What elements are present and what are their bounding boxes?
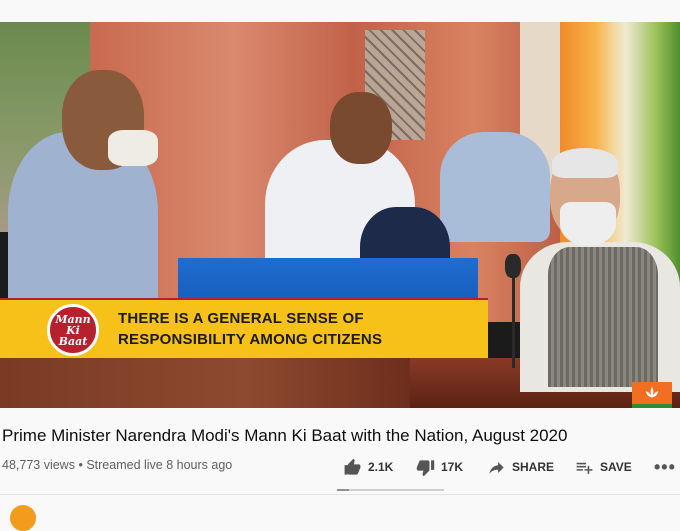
save-button[interactable]: SAVE <box>575 456 632 478</box>
video-title: Prime Minister Narendra Modi's Mann Ki B… <box>2 426 568 445</box>
like-count: 2.1K <box>368 460 394 474</box>
speaker-beard <box>560 202 616 246</box>
microphone-stand <box>512 278 515 368</box>
save-playlist-icon <box>576 462 593 474</box>
banner-line-2: RESPONSIBILITY AMONG CITIZENS <box>118 331 383 348</box>
mann-ki-baat-logo: Mann Ki Baat <box>47 304 99 356</box>
bjp-lotus-icon <box>632 382 672 408</box>
dislike-count: 17K <box>441 460 464 474</box>
microphone <box>505 254 521 278</box>
banner-line-1: THERE IS A GENERAL SENSE OF <box>118 310 364 327</box>
more-actions-button[interactable]: ••• <box>654 456 676 478</box>
speaker-vest <box>548 247 658 387</box>
save-label: SAVE <box>600 460 632 474</box>
banner-caption: THERE IS A GENERAL SENSE OF RESPONSIBILI… <box>118 308 478 350</box>
channel-avatar[interactable] <box>10 505 36 531</box>
more-icon: ••• <box>654 456 676 477</box>
logo-text: Mann Ki Baat <box>55 312 91 348</box>
scene-person-center-head <box>330 92 392 164</box>
action-bar: 2.1K 17K SHARE SAVE ••• <box>0 456 680 480</box>
scene-person-left-mask <box>108 130 158 166</box>
speaker-hair <box>552 148 618 178</box>
like-ratio-fill <box>337 489 349 491</box>
like-button[interactable]: 2.1K <box>343 456 393 478</box>
scene-person-back <box>440 132 550 242</box>
video-player[interactable]: Mann Ki Baat THERE IS A GENERAL SENSE OF… <box>0 22 680 408</box>
dislike-button[interactable]: 17K <box>416 456 463 478</box>
share-button[interactable]: SHARE <box>487 456 554 478</box>
share-icon <box>489 461 504 474</box>
share-label: SHARE <box>512 460 555 474</box>
scene-lower-band <box>0 358 410 408</box>
thumbs-down-icon <box>416 459 435 476</box>
section-divider <box>0 494 680 495</box>
like-dislike-bar <box>337 489 444 491</box>
thumbs-up-icon <box>344 458 361 475</box>
